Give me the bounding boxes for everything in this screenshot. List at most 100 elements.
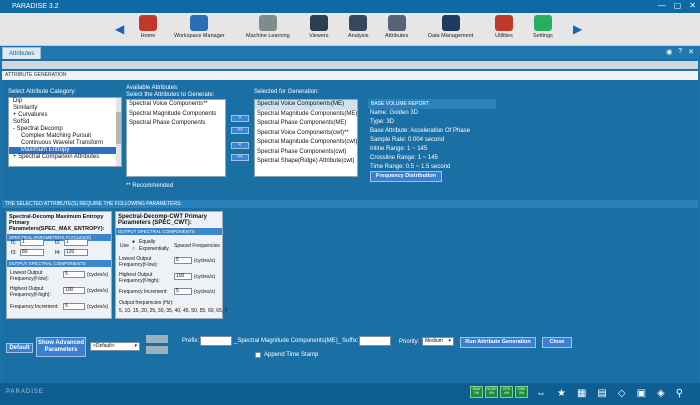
close-button[interactable]: Close [542, 337, 572, 348]
tree-node[interactable]: Dip [9, 98, 121, 105]
list-item[interactable]: Spectral Phase Components(cwt) [255, 148, 357, 158]
home-icon [139, 15, 157, 31]
machine-learning-icon [258, 15, 277, 31]
list-item[interactable]: Spectral Shape(Ridge) Attribute(cwt) [255, 157, 357, 167]
list-item[interactable]: Spectral Voice Components(ME) [255, 100, 357, 110]
default-button[interactable]: Default [6, 343, 33, 353]
tree-node[interactable]: Complex Matching Pursuit [9, 133, 121, 140]
utilities-icon [495, 15, 513, 31]
layers-icon[interactable]: ▦ [577, 388, 586, 399]
f2-field[interactable]: 1 [64, 239, 88, 246]
arrows-icon[interactable]: ⇔ [536, 388, 546, 399]
section-header: ATTRIBUTE GENERATION [2, 71, 698, 80]
paradise-logo: PARADISE [6, 389, 44, 395]
close-window-button[interactable]: ✕ [689, 1, 696, 10]
default-select[interactable]: <Default> ▾ [90, 342, 140, 351]
disabled-button-top [146, 335, 168, 343]
show-advanced-parameters-button[interactable]: Show Advanced Parameters [36, 337, 86, 357]
exponentially-radio[interactable]: ○ [132, 246, 135, 252]
ribbon-utilities[interactable]: Utilities [495, 15, 513, 39]
available-list[interactable]: Spectral Voice Components** Spectral Mag… [126, 99, 226, 177]
equally-radio[interactable]: ● [132, 239, 135, 245]
tree-scrollbar[interactable] [116, 98, 121, 166]
f3-field[interactable]: 80 [20, 249, 44, 256]
cube-icon[interactable]: ◇ [618, 388, 626, 399]
ram-status-badge: RAM 1% [470, 386, 483, 398]
frequency-distribution-button[interactable]: Frequency Distribution [370, 171, 442, 182]
category-tree[interactable]: Dip Similarity + Curvatures SofSd - Spec… [8, 97, 122, 167]
ribbon-settings[interactable]: Settings [533, 15, 553, 39]
report-line: Base Attribute: Acceleration Of Phase [370, 128, 471, 134]
f4-field[interactable]: 120 [64, 249, 88, 256]
list-item[interactable]: Spectral Phase Components [127, 119, 225, 129]
me-highest-field[interactable]: 100 [63, 287, 85, 294]
report-line: Crossline Range: 1 ~ 145 [370, 155, 438, 161]
cwt-output-frequencies: 5, 10, 15, 20, 25, 30, 35, 40, 45, 50, 5… [119, 308, 228, 314]
ribbon-home[interactable]: Home [139, 15, 157, 39]
tree-node[interactable]: SofSd [9, 119, 121, 126]
tree-icon[interactable]: ⚲ [676, 388, 683, 399]
grid-icon[interactable]: ▤ [597, 388, 606, 399]
run-attribute-generation-button[interactable]: Run Attribute Generation [460, 337, 536, 348]
ribbon-workspace-manager[interactable]: Workspace Manager [174, 15, 225, 39]
help-icon[interactable]: ? [678, 48, 682, 56]
cwt-highest-field[interactable]: 100 [174, 273, 192, 280]
f1-field[interactable]: 1 [20, 239, 44, 246]
tab-strip: Attributes ◉ ? ✕ [0, 46, 700, 59]
close-tab-icon[interactable]: ✕ [688, 48, 694, 56]
remove-all-button[interactable]: << [231, 154, 249, 161]
add-all-button[interactable]: >> [231, 127, 249, 134]
tree-node-selected[interactable]: Maximum Entropy [9, 147, 121, 154]
report-line: Type: 3D [370, 119, 395, 125]
add-button[interactable]: > [231, 115, 249, 122]
prefix-label: Prefix: [182, 338, 200, 344]
suffix-label: Suffix: [342, 338, 359, 344]
panel-toolbar [2, 61, 698, 69]
tree-node[interactable]: + Curvatures [9, 112, 121, 119]
list-item[interactable]: Spectral Voice Components(cwt)** [255, 129, 357, 139]
cwt-output-band: OUTPUT SPECTRAL COMPONENTS [116, 228, 222, 235]
list-item[interactable]: Spectral Magnitude Components [127, 110, 225, 120]
ribbon-attributes[interactable]: Attributes [385, 15, 408, 39]
maximize-button[interactable]: ▢ [674, 1, 682, 10]
ribbon-next-icon[interactable]: ▶ [573, 22, 582, 36]
cwt-increment-field[interactable]: 5 [174, 288, 192, 295]
viewers-icon [309, 15, 328, 31]
suffix-input[interactable] [359, 336, 391, 346]
star-icon[interactable]: ★ [557, 388, 566, 399]
ribbon-machine-learning[interactable]: Machine Learning [246, 15, 290, 39]
ribbon-prev-icon[interactable]: ◀ [115, 22, 124, 36]
disabled-button-bottom [146, 346, 168, 354]
selected-label: Selected for Generation: [254, 89, 320, 95]
cwt-lowest-field[interactable]: 5 [174, 257, 192, 264]
list-item[interactable]: Spectral Magnitude Components(cwt) [255, 138, 357, 148]
tree-node[interactable]: Similarity [9, 105, 121, 112]
prefix-input[interactable] [200, 336, 232, 346]
list-item[interactable]: Spectral Phase Components(ME) [255, 119, 357, 129]
ribbon-data-management[interactable]: Data Management [428, 15, 473, 39]
taskbar: PARADISE RAM 1% NODE 4% CPU 4% DISK 0% ⇔… [0, 383, 700, 405]
me-params-title: Spectral-Decomp Maximum Entropy Primary … [9, 214, 105, 232]
tree-node[interactable]: + Spectral Companion Attributes [9, 154, 121, 161]
tree-node[interactable]: - Spectral Decomp [9, 126, 121, 133]
me-increment-field[interactable]: 5 [63, 303, 85, 310]
tab-attributes[interactable]: Attributes [2, 47, 42, 59]
remove-button[interactable]: < [231, 142, 249, 149]
list-item[interactable]: Spectral Magnitude Components(ME) [255, 110, 357, 120]
ribbon-viewers[interactable]: Viewers [309, 15, 328, 39]
priority-select[interactable]: Medium ▾ [422, 337, 454, 346]
camera-icon[interactable]: ◉ [666, 48, 672, 56]
ribbon-analysis[interactable]: Analysis [348, 15, 368, 39]
shapes-icon[interactable]: ◈ [657, 388, 665, 399]
list-item[interactable]: Spectral Voice Components** [127, 100, 225, 110]
append-time-stamp-checkbox[interactable] [255, 352, 261, 358]
main-ribbon: ◀ Home Workspace Manager Machine Learnin… [0, 13, 700, 46]
disk-status-badge: DISK 0% [515, 386, 528, 398]
minimize-button[interactable]: — [658, 1, 666, 10]
tree-node[interactable]: Continuous Wavelet Transform [9, 140, 121, 147]
me-lowest-field[interactable]: 5 [63, 271, 85, 278]
selected-list[interactable]: Spectral Voice Components(ME) Spectral M… [254, 99, 358, 177]
report-line: Sample Rate: 0.004 second [370, 137, 445, 143]
title-bar: PARADISE 3.2 — ▢ ✕ [0, 0, 700, 13]
box-icon[interactable]: ▣ [637, 388, 646, 399]
